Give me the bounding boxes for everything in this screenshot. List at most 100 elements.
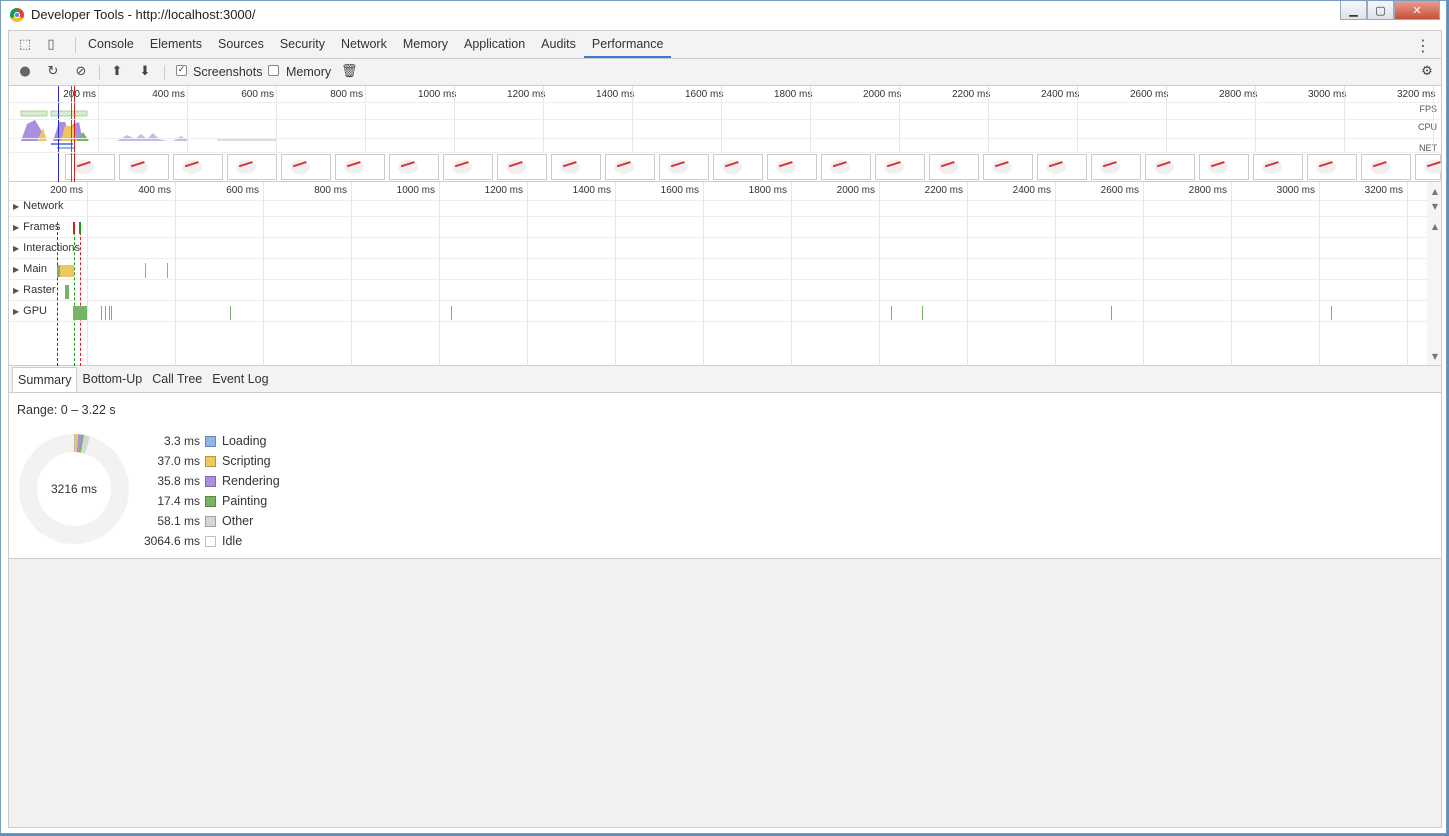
- screenshot-thumbnail[interactable]: [65, 154, 115, 180]
- screenshot-thumbnail[interactable]: [119, 154, 169, 180]
- screenshot-thumbnail[interactable]: [335, 154, 385, 180]
- flame-chart-area[interactable]: 200 ms 400 ms 600 ms 800 ms 1000 ms 1200 ms 14…: [9, 182, 1441, 366]
- expand-arrow-icon[interactable]: ▶: [13, 202, 19, 211]
- screenshot-thumbnail[interactable]: [443, 154, 493, 180]
- track-label[interactable]: ▶ Interactions: [13, 242, 80, 254]
- screenshot-thumbnail[interactable]: [227, 154, 277, 180]
- raster-task[interactable]: [65, 285, 69, 299]
- tab-application[interactable]: Application: [456, 31, 533, 58]
- expand-arrow-icon[interactable]: ▶: [13, 307, 19, 316]
- screenshot-thumbnail[interactable]: [1415, 154, 1441, 180]
- inspect-element-icon[interactable]: ⬚: [17, 37, 33, 53]
- track-label[interactable]: ▶ Raster: [13, 284, 56, 296]
- track-interactions[interactable]: ▶ Interactions: [9, 238, 1427, 259]
- tab-bottom-up[interactable]: Bottom-Up: [77, 366, 147, 392]
- screenshot-thumbnail[interactable]: [281, 154, 331, 180]
- expand-arrow-icon[interactable]: ▶: [13, 223, 19, 232]
- gpu-task[interactable]: [73, 306, 87, 320]
- gpu-task[interactable]: [891, 306, 892, 320]
- main-task[interactable]: [145, 263, 146, 278]
- scroll-down-icon[interactable]: ▼: [1432, 202, 1438, 211]
- screenshot-thumbnail[interactable]: [929, 154, 979, 180]
- screenshot-thumbnail[interactable]: [713, 154, 763, 180]
- gpu-task[interactable]: [101, 306, 102, 320]
- screenshot-thumbnail[interactable]: [821, 154, 871, 180]
- track-network[interactable]: ▶ Network: [9, 196, 1427, 217]
- screenshot-thumbnail[interactable]: [1253, 154, 1303, 180]
- lane-divider: [9, 119, 1441, 120]
- timeline-overview[interactable]: 200 ms 400 ms 600 ms 800 ms 1000 ms 1200 ms 14…: [9, 86, 1441, 182]
- close-button[interactable]: ✕: [1394, 1, 1440, 20]
- gpu-task[interactable]: [451, 306, 452, 320]
- screenshot-thumbnail[interactable]: [1199, 154, 1249, 180]
- track-label[interactable]: ▶ Main: [13, 263, 47, 275]
- tab-sources[interactable]: Sources: [210, 31, 272, 58]
- scroll-up-icon[interactable]: ▲: [1432, 222, 1438, 231]
- main-task[interactable]: [57, 265, 60, 277]
- settings-gear-icon[interactable]: ⚙: [1419, 64, 1435, 80]
- trash-icon[interactable]: 🗑: [341, 64, 358, 80]
- save-profile-icon[interactable]: ⬇: [137, 64, 153, 80]
- gpu-task[interactable]: [1331, 306, 1332, 320]
- track-label[interactable]: ▶ Network: [13, 200, 64, 212]
- tab-event-log[interactable]: Event Log: [207, 366, 273, 392]
- tab-console[interactable]: Console: [80, 31, 142, 58]
- screenshot-thumbnail[interactable]: [1307, 154, 1357, 180]
- tab-audits[interactable]: Audits: [533, 31, 584, 58]
- screenshot-thumbnail[interactable]: [497, 154, 547, 180]
- screenshots-checkbox[interactable]: ✓: [176, 65, 187, 76]
- track-main[interactable]: ▶ Main: [9, 259, 1427, 280]
- gpu-task[interactable]: [922, 306, 923, 320]
- legend-label: Painting: [222, 494, 268, 508]
- screenshot-thumbnail[interactable]: [551, 154, 601, 180]
- screenshot-thumbnail[interactable]: [605, 154, 655, 180]
- load-profile-icon[interactable]: ⬆: [109, 64, 125, 80]
- gpu-task[interactable]: [111, 306, 112, 320]
- track-gpu[interactable]: ▶ GPU: [9, 301, 1427, 322]
- more-menu-icon[interactable]: ⋮: [1415, 36, 1431, 55]
- screenshot-thumbnail[interactable]: [173, 154, 223, 180]
- tab-network[interactable]: Network: [333, 31, 395, 58]
- gpu-task[interactable]: [109, 306, 110, 320]
- memory-checkbox[interactable]: [268, 65, 279, 76]
- screenshot-thumbnail[interactable]: [767, 154, 817, 180]
- screenshot-thumbnail[interactable]: [1037, 154, 1087, 180]
- screenshot-thumbnail[interactable]: [1361, 154, 1411, 180]
- tab-security[interactable]: Security: [272, 31, 333, 58]
- screenshot-thumbnail[interactable]: [659, 154, 709, 180]
- track-raster[interactable]: ▶ Raster: [9, 280, 1427, 301]
- record-icon[interactable]: ●: [17, 64, 33, 80]
- overview-tick-label: 800 ms: [330, 89, 363, 100]
- device-toolbar-icon[interactable]: ▯: [43, 37, 59, 53]
- screenshot-thumbnail[interactable]: [389, 154, 439, 180]
- track-name: Interactions: [23, 242, 81, 254]
- main-task[interactable]: [167, 263, 168, 278]
- screenshot-thumbnail[interactable]: [1145, 154, 1195, 180]
- maximize-button[interactable]: ▢: [1367, 1, 1394, 20]
- overview-tick-label: 1200 ms: [507, 89, 546, 100]
- vertical-scrollbar[interactable]: ▲ ▼ ▲ ▼: [1427, 182, 1441, 365]
- gpu-task[interactable]: [1111, 306, 1112, 320]
- screenshot-thumbnail[interactable]: [983, 154, 1033, 180]
- reload-record-icon[interactable]: ↻: [45, 64, 61, 80]
- tab-call-tree[interactable]: Call Tree: [147, 366, 207, 392]
- screenshot-thumbnail[interactable]: [875, 154, 925, 180]
- expand-arrow-icon[interactable]: ▶: [13, 244, 19, 253]
- clear-icon[interactable]: ⊘: [73, 64, 89, 80]
- tab-summary[interactable]: Summary: [12, 367, 78, 392]
- screenshot-thumbnail[interactable]: [1091, 154, 1141, 180]
- minimize-button[interactable]: ▁: [1340, 1, 1367, 20]
- scroll-down-icon[interactable]: ▼: [1432, 352, 1438, 361]
- tab-elements[interactable]: Elements: [142, 31, 210, 58]
- tab-performance[interactable]: Performance: [583, 31, 672, 58]
- scroll-up-icon[interactable]: ▲: [1432, 187, 1438, 196]
- expand-arrow-icon[interactable]: ▶: [13, 286, 19, 295]
- expand-arrow-icon[interactable]: ▶: [13, 265, 19, 274]
- track-label[interactable]: ▶ Frames: [13, 221, 60, 233]
- main-task[interactable]: [64, 265, 74, 277]
- gpu-task[interactable]: [105, 306, 106, 320]
- track-frames[interactable]: ▶ Frames: [9, 217, 1427, 238]
- tab-memory[interactable]: Memory: [395, 31, 456, 58]
- track-label[interactable]: ▶ GPU: [13, 305, 47, 317]
- gpu-task[interactable]: [230, 306, 231, 320]
